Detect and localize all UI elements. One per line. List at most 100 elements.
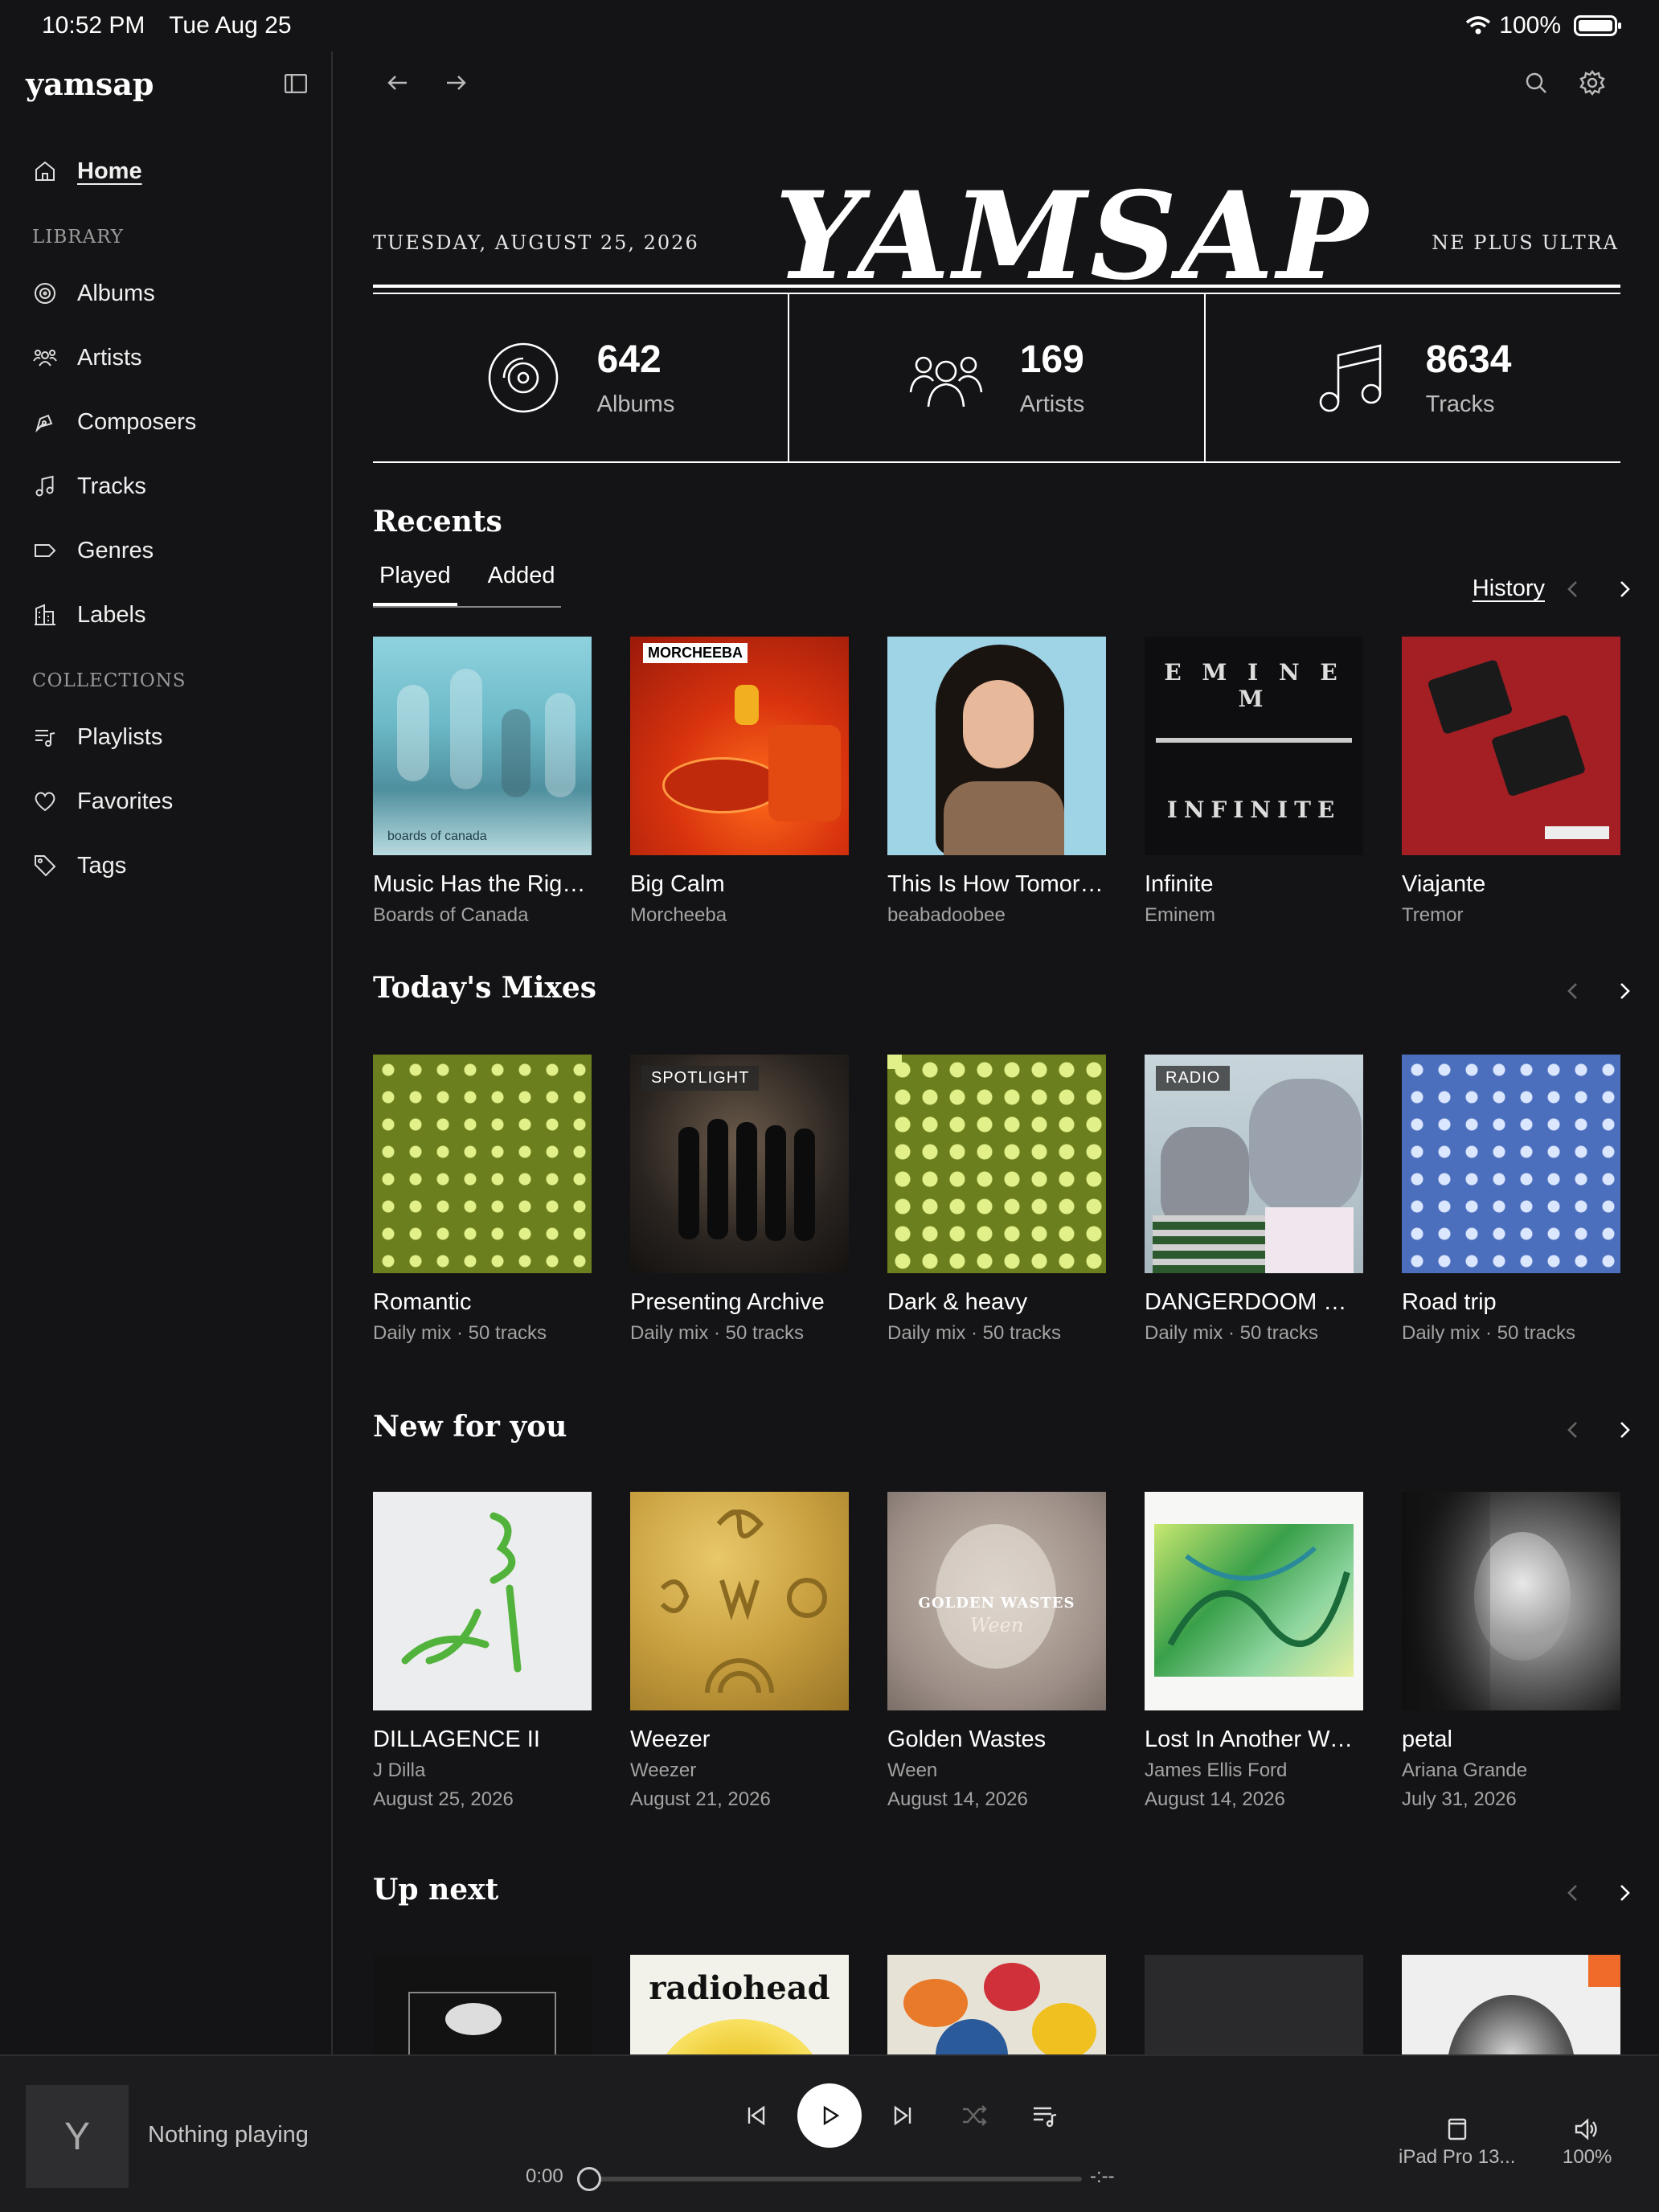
sidebar-item-tags[interactable]: Tags [32,846,126,886]
art-caption: MORCHEEBA [643,643,748,663]
album-card[interactable] [887,1955,1106,2054]
chevron-left-icon[interactable] [1563,1882,1583,1903]
tab-played[interactable]: Played [373,563,457,606]
mix-art[interactable] [1402,1055,1620,1273]
queue-icon[interactable] [1030,2101,1059,2130]
stat-tracks[interactable]: 8634 Tracks [1206,294,1620,461]
chevron-left-icon[interactable] [1563,1419,1583,1440]
mix-card[interactable]: Road trip Daily mix · 50 tracks [1402,1055,1620,1345]
card-subtitle: Boards of Canada [373,904,529,926]
album-art[interactable]: MORCHEEBA [630,637,849,855]
chevron-right-icon[interactable] [1614,579,1635,600]
sidebar-item-playlists[interactable]: Playlists [32,717,162,757]
progress-handle[interactable] [577,2167,601,2191]
card-subtitle: Daily mix · 50 tracks [1145,1322,1319,1344]
sidebar-item-labels[interactable]: Labels [32,595,145,635]
album-card[interactable]: GOLDEN WASTES Ween Golden Wastes Ween Au… [887,1492,1106,1811]
album-art[interactable] [630,1492,849,1710]
album-card[interactable]: petal Ariana Grande July 31, 2026 [1402,1492,1620,1811]
volume-icon[interactable] [1574,2117,1600,2141]
device-icon[interactable] [1445,2117,1469,2141]
mix-art[interactable]: SPOTLIGHT [630,1055,849,1273]
card-date: August 25, 2026 [373,1788,514,1810]
up-next-row: radiohead [373,1955,1659,2054]
card-title: DILLAGENCE II [373,1727,540,1752]
stat-value: 169 [1019,338,1084,381]
sidebar-item-albums[interactable]: Albums [32,273,155,313]
mix-card[interactable]: SPOTLIGHT Presenting Archive Daily mix ·… [630,1055,849,1345]
album-art[interactable] [1402,1492,1620,1710]
mix-art[interactable] [373,1055,592,1273]
album-card[interactable]: Viajante Tremor [1402,637,1620,927]
sidebar-toggle-icon[interactable] [285,74,307,93]
sidebar-item-artists[interactable]: Artists [32,338,142,378]
album-card[interactable] [1402,1955,1620,2054]
chevron-right-icon[interactable] [1614,1882,1635,1903]
back-arrow-icon[interactable] [384,69,412,96]
new-for-you-pager [1563,1419,1635,1440]
card-title: Golden Wastes [887,1727,1047,1752]
previous-track-icon[interactable] [741,2101,770,2130]
album-art[interactable]: E M I N E M INFINITE [1145,637,1363,855]
art-strokes [1167,1546,1350,1647]
album-card[interactable]: Weezer Weezer August 21, 2026 [630,1492,849,1811]
sidebar-item-favorites[interactable]: Favorites [32,781,173,821]
album-art[interactable] [887,637,1106,855]
library-stats: 642 Albums 169 Artists 8634 Tracks [373,294,1620,463]
mixes-row: Romantic Daily mix · 50 tracks SPOTLIGHT… [373,1055,1659,1345]
gear-icon[interactable] [1579,69,1606,96]
card-title: Romantic [373,1289,472,1315]
brand-logo[interactable]: yamsap [26,66,154,102]
album-card[interactable] [373,1955,592,2054]
album-card[interactable]: DILLAGENCE II J Dilla August 25, 2026 [373,1492,592,1811]
mix-art[interactable]: RADIO [1145,1055,1363,1273]
forward-arrow-icon[interactable] [442,69,469,96]
chevron-right-icon[interactable] [1614,1419,1635,1440]
sidebar-item-composers[interactable]: Composers [32,402,196,442]
chevron-left-icon[interactable] [1563,579,1583,600]
album-card[interactable]: boards of canada Music Has the Righ… Boa… [373,637,592,927]
volume-level[interactable]: 100% [1563,2146,1612,2169]
album-card[interactable]: E M I N E M INFINITE Infinite Eminem [1145,637,1363,927]
album-art[interactable] [1402,637,1620,855]
card-subtitle: J Dilla [373,1759,426,1781]
album-card[interactable]: This Is How Tomorr… beabadoobee [887,637,1106,927]
progress-track[interactable] [584,2177,1082,2181]
play-button[interactable] [797,2083,862,2148]
play-icon [823,2105,840,2126]
album-art[interactable] [1145,1492,1363,1710]
mix-card[interactable]: Dark & heavy Daily mix · 50 tracks [887,1055,1106,1345]
album-art[interactable] [1145,1955,1363,2054]
search-icon[interactable] [1522,69,1550,96]
now-playing-artwork[interactable]: Y [26,2085,129,2188]
battery-icon [1574,15,1621,36]
sidebar-item-genres[interactable]: Genres [32,530,154,571]
album-art[interactable]: GOLDEN WASTES Ween [887,1492,1106,1710]
album-art[interactable] [373,1955,592,2054]
status-date: Tue Aug 25 [169,12,292,39]
album-card[interactable] [1145,1955,1363,2054]
album-art[interactable] [1402,1955,1620,2054]
album-art[interactable]: radiohead [630,1955,849,2054]
tab-added[interactable]: Added [481,563,562,606]
output-device-label[interactable]: iPad Pro 13... [1399,2146,1515,2169]
card-subtitle: Eminem [1145,904,1216,926]
album-card[interactable]: Lost In Another World James Ellis Ford A… [1145,1492,1363,1811]
next-track-icon[interactable] [889,2101,918,2130]
sidebar-item-home[interactable]: Home [32,151,142,191]
stat-albums[interactable]: 642 Albums [373,294,789,461]
mix-card[interactable]: RADIO DANGERDOOM R… Daily mix · 50 track… [1145,1055,1363,1345]
album-card[interactable]: radiohead [630,1955,849,2054]
sidebar-item-tracks[interactable]: Tracks [32,466,146,506]
album-art[interactable]: boards of canada [373,637,592,855]
chevron-right-icon[interactable] [1614,981,1635,1002]
album-art[interactable] [887,1955,1106,2054]
album-art[interactable] [373,1492,592,1710]
stat-artists[interactable]: 169 Artists [789,294,1206,461]
shuffle-icon[interactable] [960,2101,989,2130]
mix-card[interactable]: Romantic Daily mix · 50 tracks [373,1055,592,1345]
album-card[interactable]: MORCHEEBA Big Calm Morcheeba [630,637,849,927]
mix-art[interactable] [887,1055,1106,1273]
history-link[interactable]: History [1473,576,1545,602]
chevron-left-icon[interactable] [1563,981,1583,1002]
